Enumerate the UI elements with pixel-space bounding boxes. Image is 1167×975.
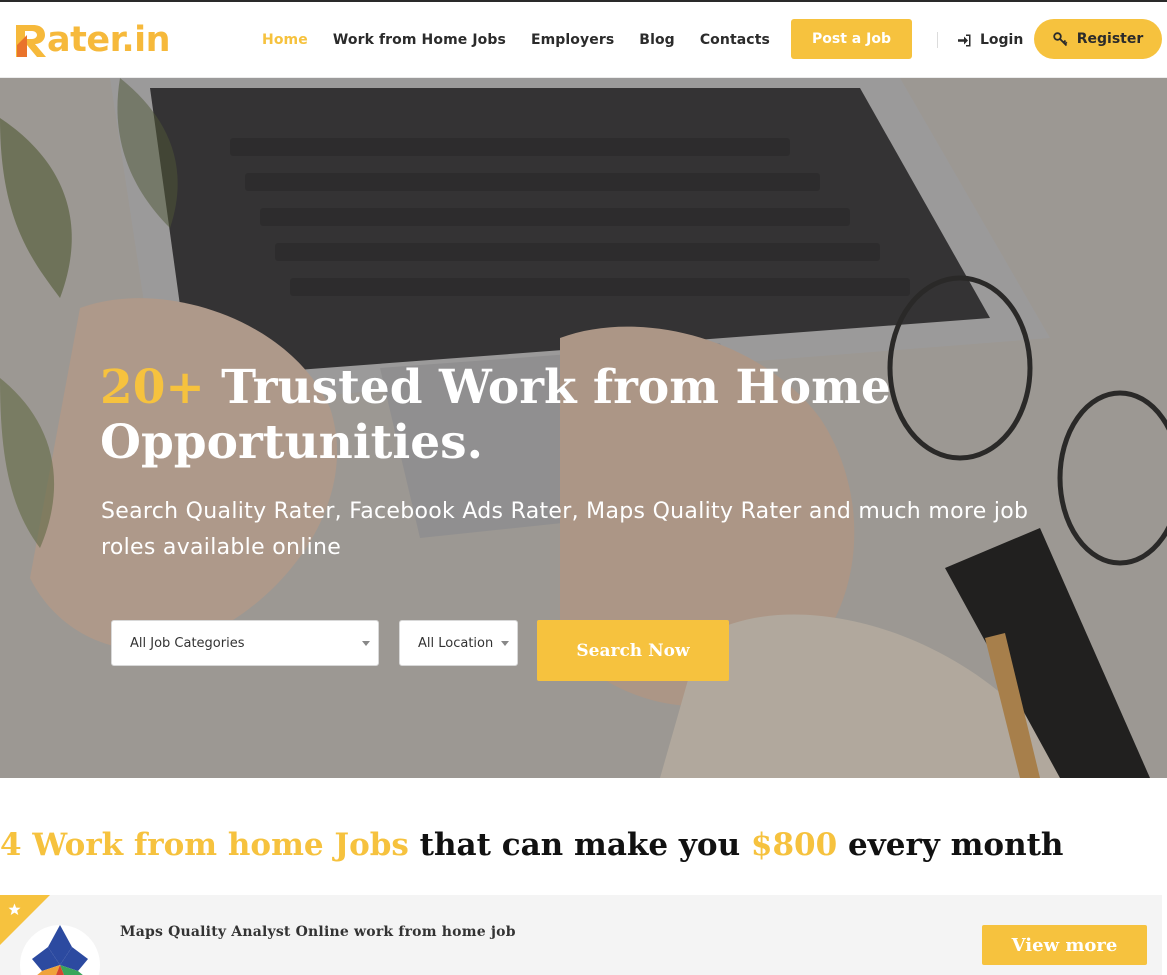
logo-r-mark: [16, 25, 46, 57]
key-icon: [1053, 31, 1068, 46]
job-card: Maps Quality Analyst Online work from ho…: [0, 895, 1162, 975]
hero-subtitle: Search Quality Rater, Facebook Ads Rater…: [101, 499, 1029, 560]
location-value: All Location: [418, 635, 494, 651]
hero-title-accent: 20+: [100, 360, 205, 415]
section-title: 4 Work from home Jobs that can make you …: [0, 822, 1167, 868]
logo-text: ater.in: [47, 19, 171, 60]
login-link[interactable]: Login: [958, 29, 1023, 51]
star-icon: [8, 903, 21, 915]
sign-in-icon: [958, 34, 971, 46]
nav-home[interactable]: Home: [262, 32, 308, 48]
register-button[interactable]: Register: [1034, 19, 1162, 59]
login-label: Login: [980, 32, 1024, 48]
hero-banner: 20+ Trusted Work from Home Opportunities…: [0, 78, 1167, 778]
section-title-amount: $800: [750, 827, 838, 863]
nav-employers[interactable]: Employers: [531, 32, 614, 48]
header-divider: [937, 32, 938, 48]
search-now-button[interactable]: Search Now: [537, 620, 729, 681]
register-label: Register: [1076, 31, 1144, 47]
chevron-down-icon: [501, 641, 509, 646]
nav-blog[interactable]: Blog: [639, 32, 675, 48]
site-logo[interactable]: ater.in: [13, 19, 171, 60]
site-header: ater.in Home Work from Home Jobs Employe…: [0, 2, 1167, 78]
location-select[interactable]: All Location: [399, 620, 518, 666]
nav-contacts[interactable]: Contacts: [700, 32, 770, 48]
job-title[interactable]: Maps Quality Analyst Online work from ho…: [120, 924, 516, 940]
hero-title-rest: Trusted Work from Home Opportunities.: [100, 360, 891, 470]
post-job-button[interactable]: Post a Job: [791, 19, 912, 59]
view-more-button[interactable]: View more: [982, 925, 1147, 965]
main-nav: Home Work from Home Jobs Employers Blog …: [262, 2, 795, 78]
job-category-select[interactable]: All Job Categories: [111, 620, 379, 666]
section-title-part4: every month: [837, 827, 1064, 863]
job-category-value: All Job Categories: [130, 635, 245, 651]
nav-work-from-home-jobs[interactable]: Work from Home Jobs: [333, 32, 506, 48]
section-title-part2: that can make you: [408, 827, 751, 863]
hero-title: 20+ Trusted Work from Home Opportunities…: [100, 360, 920, 470]
section-title-part1: 4 Work from home Jobs: [0, 827, 409, 863]
chevron-down-icon: [362, 641, 370, 646]
